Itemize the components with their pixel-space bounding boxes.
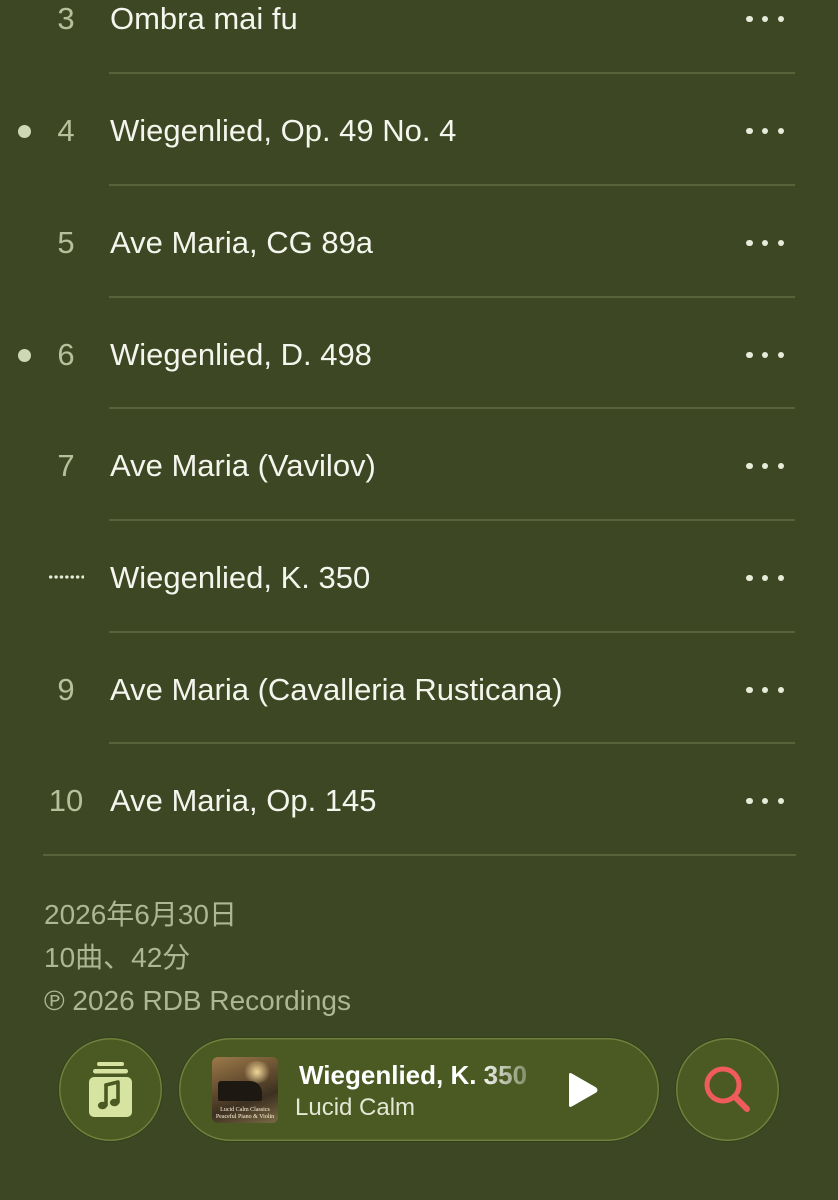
track-title: Wiegenlied, K. 350 bbox=[110, 560, 371, 595]
track-number: 7 bbox=[57, 448, 75, 483]
more-options-button[interactable] bbox=[742, 228, 788, 258]
track-number: 4 bbox=[57, 113, 75, 148]
track-separator bbox=[109, 742, 795, 744]
copyright-notice: ℗ 2026 RDB Recordings bbox=[44, 985, 352, 1016]
track-number: 5 bbox=[57, 225, 75, 260]
track-number: 3 bbox=[57, 1, 75, 36]
track-row[interactable]: 6 Wiegenlied, D. 498 bbox=[0, 299, 838, 410]
more-options-button[interactable] bbox=[742, 116, 788, 146]
bottom-bar: Lucid Calm Classics Peaceful Piano & Vio… bbox=[0, 1038, 838, 1142]
album-info: 2026年6月30日 10曲、42分 ℗ 2026 RDB Recordings bbox=[44, 893, 351, 1022]
track-separator bbox=[109, 631, 795, 633]
track-title: Ave Maria, CG 89a bbox=[110, 225, 374, 260]
artwork-caption: Lucid Calm Classics Peaceful Piano & Vio… bbox=[215, 1107, 275, 1120]
artwork-light bbox=[242, 1061, 272, 1083]
track-separator bbox=[109, 519, 795, 521]
album-artwork: Lucid Calm Classics Peaceful Piano & Vio… bbox=[212, 1057, 278, 1123]
track-row[interactable]: 5 Ave Maria, CG 89a bbox=[0, 187, 838, 298]
recently-played-dot-icon bbox=[18, 125, 31, 138]
track-title: Ave Maria (Cavalleria Rusticana) bbox=[110, 672, 563, 707]
track-separator bbox=[109, 296, 795, 298]
track-title: Ombra mai fu bbox=[110, 1, 298, 36]
track-title: Wiegenlied, D. 498 bbox=[110, 337, 372, 372]
mini-player[interactable]: Lucid Calm Classics Peaceful Piano & Vio… bbox=[179, 1038, 659, 1141]
search-button[interactable] bbox=[676, 1038, 779, 1141]
recently-played-dot-icon bbox=[18, 349, 31, 362]
more-options-button[interactable] bbox=[742, 340, 788, 370]
more-options-button[interactable] bbox=[742, 786, 788, 816]
more-options-button[interactable] bbox=[742, 451, 788, 481]
tracklist-end-separator bbox=[43, 854, 796, 856]
now-playing-title: Wiegenlied, K. 350 bbox=[299, 1060, 528, 1090]
track-row[interactable]: 4 Wiegenlied, Op. 49 No. 4 bbox=[0, 75, 838, 186]
more-options-button[interactable] bbox=[742, 563, 788, 593]
track-title: Ave Maria, Op. 145 bbox=[110, 783, 377, 818]
more-options-button[interactable] bbox=[742, 675, 788, 705]
now-playing-artist: Lucid Calm bbox=[295, 1094, 416, 1121]
play-icon bbox=[569, 1073, 598, 1107]
play-button[interactable] bbox=[559, 1068, 603, 1112]
track-separator bbox=[109, 407, 795, 409]
track-title: Ave Maria (Vavilov) bbox=[110, 448, 376, 483]
search-icon bbox=[704, 1066, 750, 1112]
more-options-button[interactable] bbox=[742, 4, 788, 34]
now-playing-waveform-icon bbox=[48, 574, 84, 580]
library-button[interactable] bbox=[59, 1038, 162, 1141]
track-row[interactable]: 7 Ave Maria (Vavilov) bbox=[0, 410, 838, 521]
track-summary: 10曲、42分 bbox=[44, 942, 191, 973]
track-number: 10 bbox=[48, 783, 84, 818]
track-number: 6 bbox=[57, 337, 75, 372]
track-row[interactable]: 10 Ave Maria, Op. 145 bbox=[0, 745, 838, 856]
track-separator bbox=[109, 184, 795, 186]
track-number: 9 bbox=[57, 672, 75, 707]
music-library-icon bbox=[89, 1062, 132, 1117]
track-row[interactable]: 9 Ave Maria (Cavalleria Rusticana) bbox=[0, 634, 838, 745]
track-title: Wiegenlied, Op. 49 No. 4 bbox=[110, 113, 457, 148]
artwork-piano bbox=[218, 1081, 262, 1101]
track-row-now-playing[interactable]: Wiegenlied, K. 350 bbox=[0, 522, 838, 633]
release-date: 2026年6月30日 bbox=[44, 899, 238, 930]
track-row[interactable]: 3 Ombra mai fu bbox=[0, 0, 838, 74]
track-separator bbox=[109, 72, 795, 74]
